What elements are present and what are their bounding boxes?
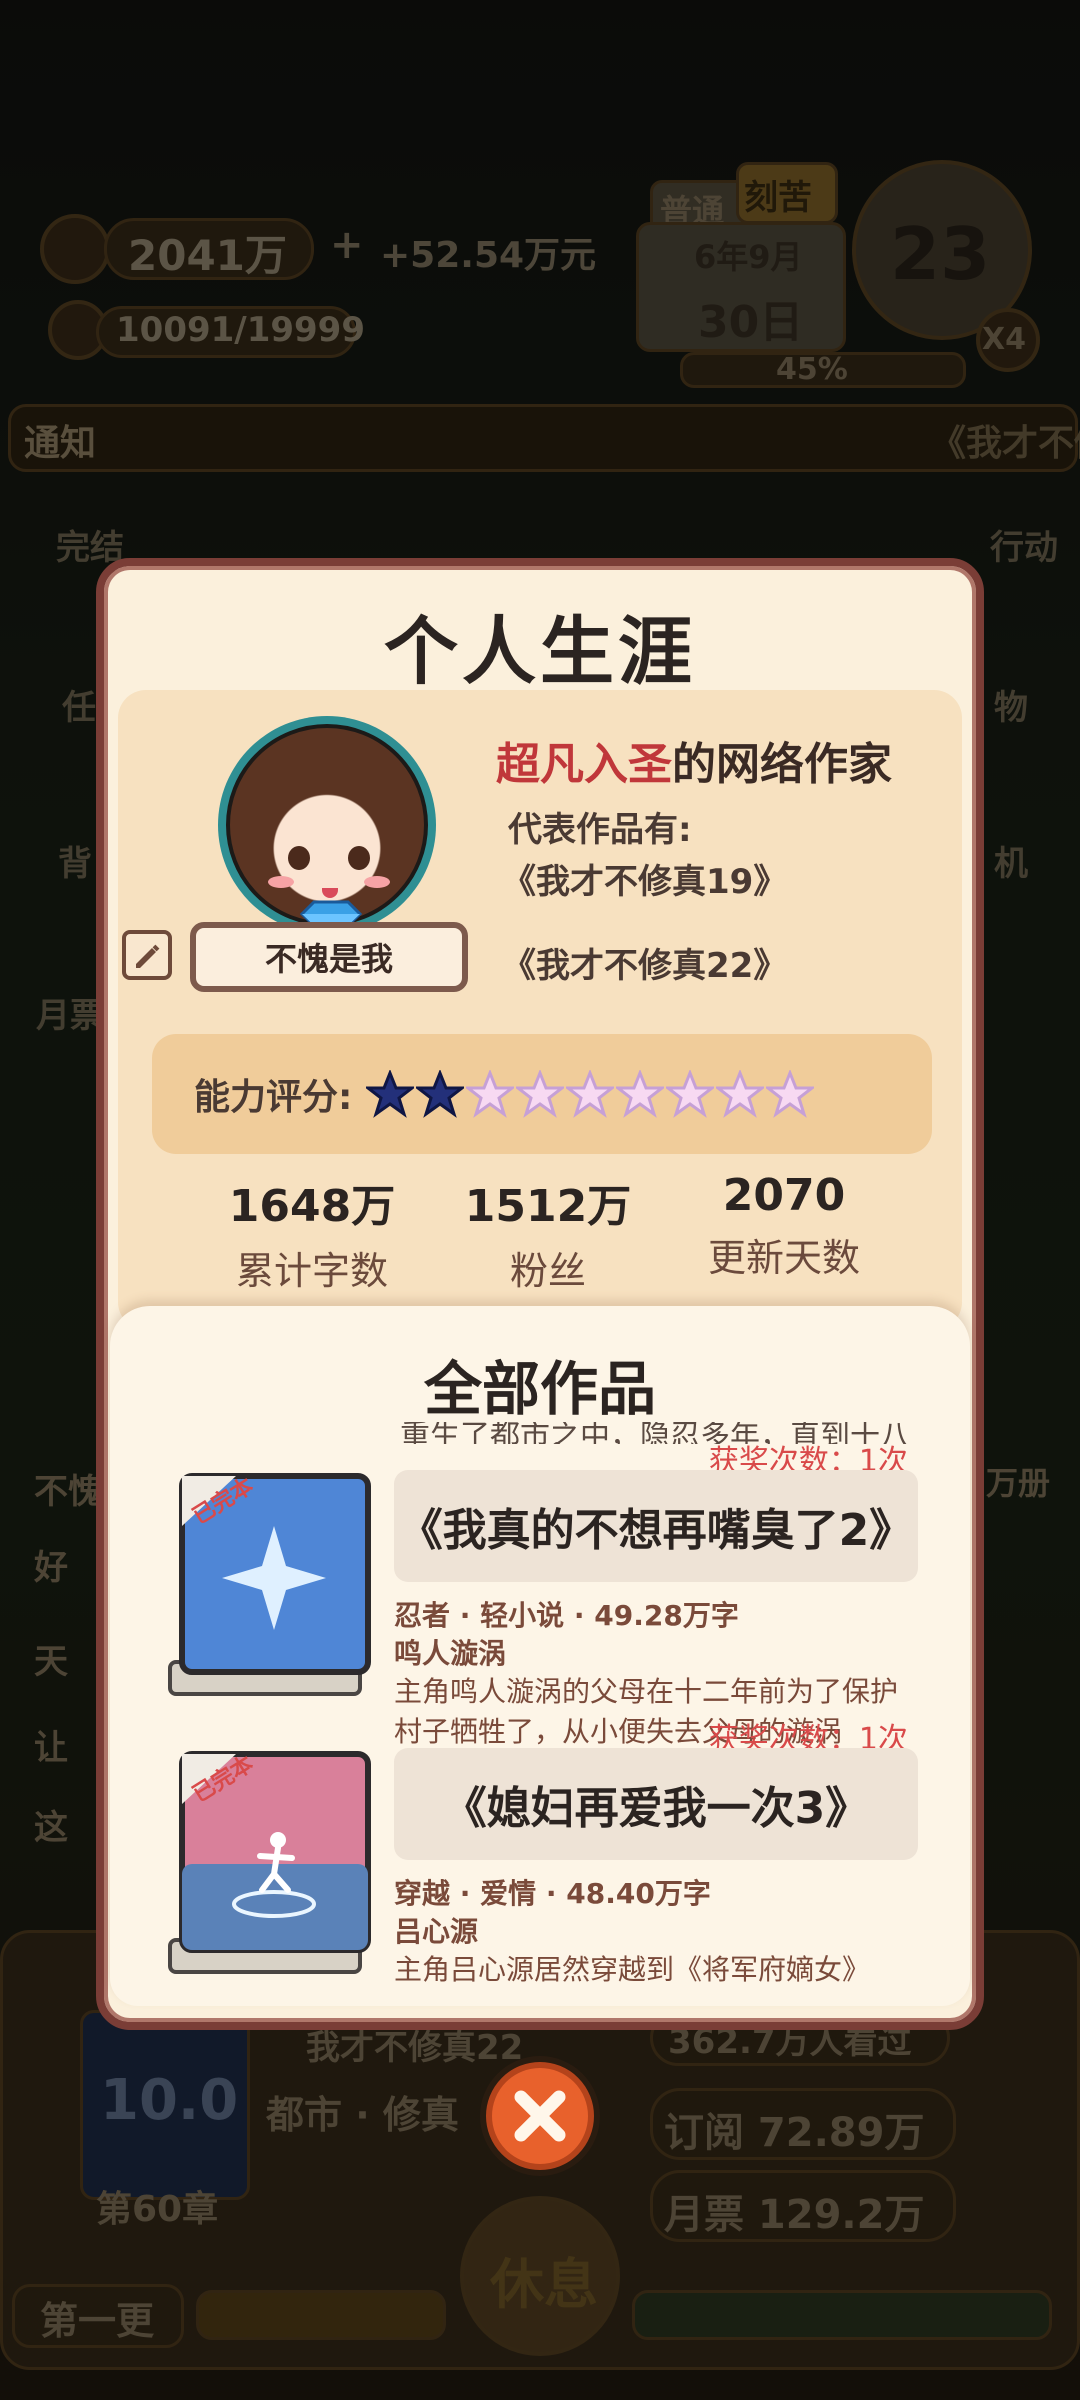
player-name: 不愧是我 [264,940,393,978]
work-item[interactable]: 已完本 获奖次数：1次 《媳妇再爱我一次3》 穿越 · 爱情 · 48.40万字… [110,1722,970,2006]
star-empty-icon [516,1070,565,1118]
star-empty-icon [566,1070,615,1118]
work-meta: 忍者 · 轻小说 · 49.28万字 [394,1599,739,1632]
stat-fans-value: 1512万 [464,1181,632,1232]
stat-days-label: 更新天数 [707,1236,860,1280]
work-hero: 鸣人漩涡 [394,1637,507,1670]
edit-name-icon[interactable] [122,930,172,980]
stat-days-value: 2070 [722,1170,846,1221]
rating-label: 能力评分: [194,1077,353,1118]
work-hero: 吕心源 [394,1915,479,1948]
profile-panel: 不愧是我 超凡入圣的网络作家 代表作品有: 《我才不修真19》 《我才不修真22… [118,690,962,1330]
star-empty-icon [766,1070,815,1118]
close-button[interactable] [486,2062,594,2170]
avatar [226,724,428,926]
star-empty-icon [666,1070,715,1118]
rep-work-1: 《我才不修真19》 [502,862,788,902]
rating-bar: 能力评分: [152,1034,932,1154]
rep-work-2: 《我才不修真22》 [502,946,788,986]
stat-days: 2070 更新天数 [674,1170,894,1282]
work-title: 《媳妇再爱我一次3》 [394,1748,918,1860]
star-filled-icon [366,1070,415,1118]
stat-words-value: 1648万 [228,1181,396,1232]
work-meta: 穿越 · 爱情 · 48.40万字 [394,1877,711,1910]
writer-suffix: 的网络作家 [672,739,892,790]
star-empty-icon [716,1070,765,1118]
stats-row: 1648万 累计字数 1512万 粉丝 2070 更新天数 [118,1170,962,1293]
rating-stars [366,1070,816,1118]
rep-works-label: 代表作品有: [508,810,692,850]
career-modal: 个人生涯 不愧是我 超凡入圣的网络作家 代表作品有: 《我才不修真19》 《我才… [96,558,984,2030]
star-filled-icon [416,1070,465,1118]
player-name-field[interactable]: 不愧是我 [190,922,468,992]
writer-rank: 超凡入圣 [496,739,672,790]
close-icon [514,2090,566,2142]
all-works-panel[interactable]: 全部作品 重生了都市之中，隐忍多年，直到十八 已完本 获奖次数：1次 《我真的不… [110,1306,970,2006]
work-description: 主角吕心源居然穿越到《将军府嫡女》 [394,1953,871,1986]
book-cover-shuriken-icon: 已完本 [168,1473,371,1696]
stat-words-label: 累计字数 [235,1249,388,1293]
star-empty-icon [616,1070,665,1118]
star-empty-icon [466,1070,515,1118]
work-title: 《我真的不想再嘴臭了2》 [394,1470,918,1582]
stat-fans: 1512万 粉丝 [438,1170,658,1295]
stat-fans-label: 粉丝 [509,1249,586,1293]
work-item[interactable]: 已完本 获奖次数：1次 《我真的不想再嘴臭了2》 忍者 · 轻小说 · 49.2… [110,1444,970,1748]
all-works-title: 全部作品 [423,1355,656,1423]
stat-words: 1648万 累计字数 [202,1170,422,1295]
modal-title: 个人生涯 [384,609,696,695]
book-cover-portal-icon: 已完本 [168,1751,371,1974]
writer-title: 超凡入圣的网络作家 [496,728,892,792]
